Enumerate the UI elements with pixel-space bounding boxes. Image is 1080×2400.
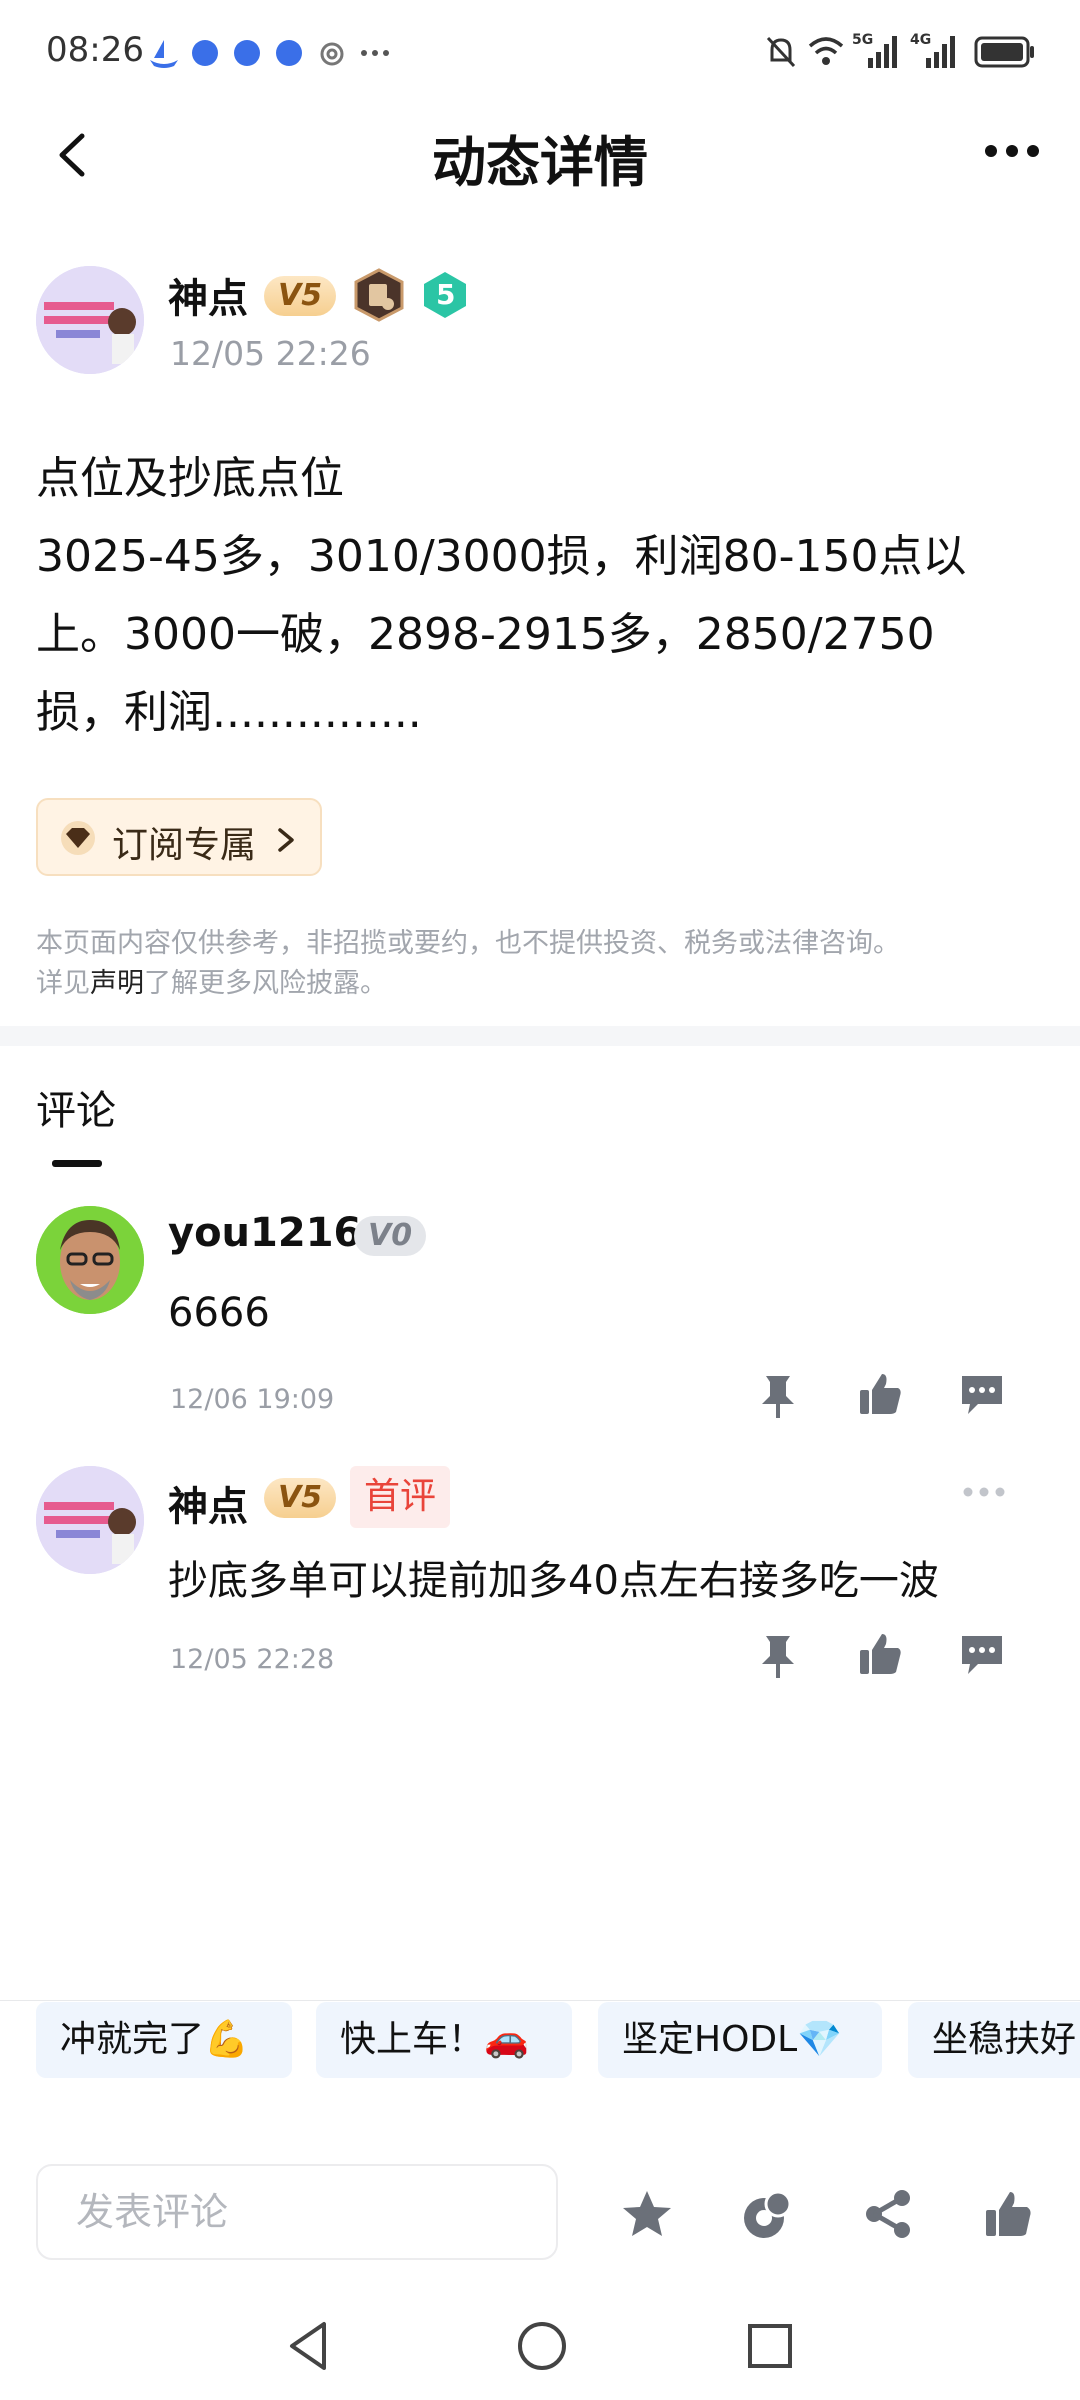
nav-back-icon[interactable] <box>286 2320 330 2372</box>
commenter-name[interactable]: you1216 <box>168 1210 361 1256</box>
like-icon[interactable] <box>856 1630 904 1678</box>
author-name[interactable]: 神点 <box>168 266 248 324</box>
like-post-icon[interactable] <box>982 2188 1034 2240</box>
signal-5g-icon <box>868 36 897 68</box>
reward-coin-icon[interactable] <box>740 2188 794 2242</box>
diamond-icon <box>61 821 95 855</box>
signal-4g-icon <box>926 36 955 68</box>
disclaimer-statement-link[interactable]: 声明 <box>90 968 144 999</box>
reply-icon[interactable] <box>958 1630 1006 1678</box>
status-time: 08:26 <box>46 30 144 70</box>
post-line: 损，利润............... <box>36 687 422 738</box>
commenter-name[interactable]: 神点 <box>168 1474 248 1532</box>
comment-input[interactable]: 发表评论 <box>36 2164 558 2260</box>
section-divider <box>0 1026 1080 1046</box>
disclaimer-line: 本页面内容仅供参考，非招揽或要约，也不提供投资、税务或法律咨询。 <box>36 928 900 959</box>
comment-text: 抄底多单可以提前加多40点左右接多吃一波 <box>168 1558 939 1604</box>
more-options-icon[interactable] <box>984 144 1040 158</box>
commenter-avatar[interactable] <box>36 1206 144 1314</box>
quick-reply-chip[interactable]: 坐稳扶好 <box>908 2002 1080 2078</box>
commenter-avatar-image <box>36 1206 144 1314</box>
bell-muted-icon <box>766 36 796 68</box>
author-avatar-image <box>36 266 144 374</box>
bottom-panel-divider <box>0 2000 1080 2001</box>
page-title: 动态详情 <box>432 131 648 194</box>
comment-time: 12/06 19:09 <box>170 1384 335 1415</box>
comment-text: 6666 <box>168 1290 270 1336</box>
vip-badge: V5 <box>264 276 337 316</box>
vip-badge: V5 <box>264 1478 337 1518</box>
boat-icon <box>150 40 178 68</box>
disclaimer-suffix: 了解更多风险披露。 <box>144 968 387 999</box>
medal-icon <box>354 268 404 322</box>
like-icon[interactable] <box>856 1370 904 1418</box>
wifi-icon <box>808 37 844 65</box>
app-notification-icon <box>234 40 260 66</box>
settings-icon <box>320 42 344 66</box>
disclaimer-prefix: 详见 <box>36 968 90 999</box>
pin-icon[interactable] <box>754 1372 802 1420</box>
subscribe-exclusive-button[interactable]: 订阅专属 <box>36 798 322 876</box>
post-line: 上。3000一破，2898-2915多，2850/2750 <box>36 609 935 660</box>
comments-tab[interactable]: 评论 <box>36 1078 116 1136</box>
quick-reply-row: 冲就完了💪 快上车！🚗 坚定HODL💎 坐稳扶好 <box>0 2002 1080 2082</box>
nav-recents-icon[interactable] <box>746 2322 794 2370</box>
post-content: 点位及抄底点位 3025-45多，3010/3000损，利润80-150点以 上… <box>36 440 1046 752</box>
quick-reply-chip[interactable]: 快上车！🚗 <box>316 2002 572 2078</box>
status-bar: 08:26 5G 4G <box>0 0 1080 100</box>
top-app-bar: 动态详情 <box>0 100 1080 210</box>
post-line: 点位及抄底点位 <box>36 453 344 504</box>
share-icon[interactable] <box>862 2188 914 2240</box>
subscribe-label: 订阅专属 <box>112 825 257 866</box>
app-notification-icon <box>276 40 302 66</box>
system-navigation-bar <box>0 2290 1080 2400</box>
comment-more-icon[interactable] <box>962 1486 1006 1498</box>
tab-indicator <box>52 1160 102 1167</box>
comment-time: 12/05 22:28 <box>170 1644 335 1675</box>
favorite-star-icon[interactable] <box>620 2188 674 2240</box>
risk-disclaimer: 本页面内容仅供参考，非招揽或要约，也不提供投资、税务或法律咨询。 详见声明了解更… <box>36 924 1046 1004</box>
quick-reply-chip[interactable]: 冲就完了💪 <box>36 2002 292 2078</box>
more-notifications-icon <box>361 50 389 56</box>
pin-icon[interactable] <box>754 1632 802 1680</box>
post-timestamp: 12/05 22:26 <box>170 334 371 373</box>
first-comment-badge: 首评 <box>350 1466 451 1528</box>
chevron-right-icon <box>278 828 294 852</box>
bottom-action-bar: 发表评论 <box>0 2138 1080 2288</box>
post-line: 3025-45多，3010/3000损，利润80-150点以 <box>36 531 967 582</box>
commenter-avatar-image <box>36 1466 144 1574</box>
nav-home-icon[interactable] <box>516 2320 568 2372</box>
commenter-avatar[interactable] <box>36 1466 144 1574</box>
app-notification-icon <box>192 40 218 66</box>
rank-number: 5 <box>436 278 456 311</box>
author-avatar[interactable] <box>36 266 144 374</box>
vip-badge: V0 <box>354 1216 427 1256</box>
quick-reply-chip[interactable]: 坚定HODL💎 <box>598 2002 882 2078</box>
battery-icon <box>974 36 1034 68</box>
reply-icon[interactable] <box>958 1370 1006 1418</box>
